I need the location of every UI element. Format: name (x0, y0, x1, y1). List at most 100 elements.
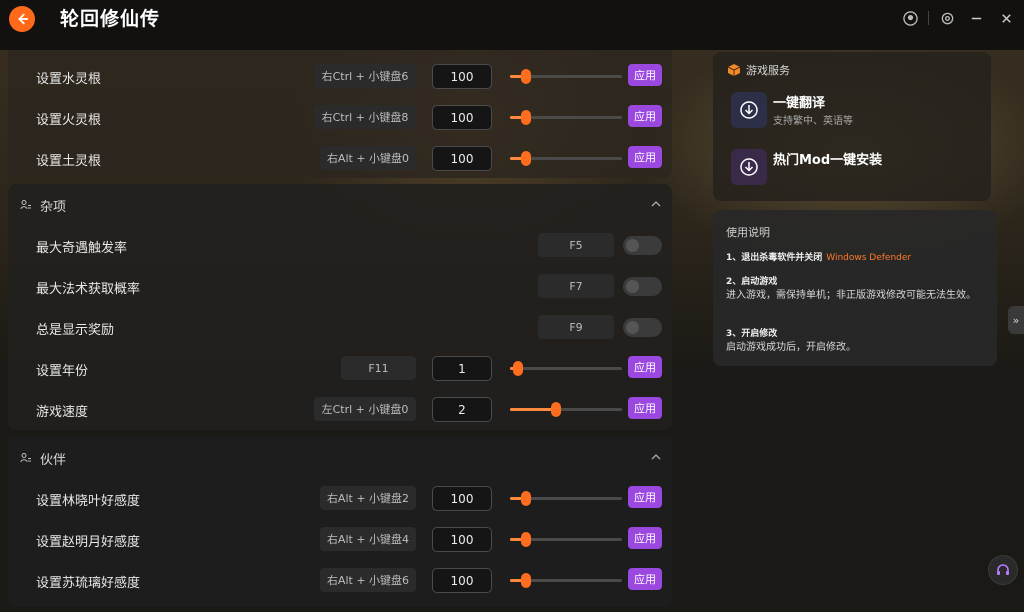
setting-row: 最大法术获取概率 F7 (8, 269, 672, 303)
back-button[interactable] (9, 6, 35, 32)
hotkey-badge[interactable]: F9 (538, 315, 614, 339)
partner-section: 伙伴 设置林晓叶好感度 右Alt + 小键盘2 100 应用 设置赵明月好感度 … (8, 437, 672, 607)
help-step-body: 进入游戏，需保持单机；非正版游戏修改可能无法生效。 (726, 290, 976, 301)
section-header[interactable]: 杂项 (20, 197, 67, 215)
hotkey-badge[interactable]: 右Ctrl + 小键盘8 (314, 105, 416, 129)
hotkey-badge[interactable]: 右Alt + 小键盘2 (320, 486, 416, 510)
setting-label: 总是显示奖励 (36, 323, 115, 338)
value-slider[interactable] (510, 361, 622, 376)
value-input[interactable]: 1 (432, 356, 492, 381)
value-slider[interactable] (510, 69, 622, 84)
value-input[interactable]: 2 (432, 397, 492, 422)
value-slider[interactable] (510, 532, 622, 547)
value-slider[interactable] (510, 110, 622, 125)
people-icon (20, 200, 31, 210)
service-name: 一键翻译 (773, 96, 826, 111)
apply-button[interactable]: 应用 (628, 146, 662, 168)
settings-button[interactable] (937, 8, 957, 28)
apply-button[interactable]: 应用 (628, 568, 662, 590)
help-step-heading: 2、启动游戏 (726, 277, 778, 287)
setting-label: 最大奇遇触发率 (36, 241, 128, 256)
expand-side-tab[interactable]: » (1008, 306, 1024, 334)
download-icon (740, 101, 758, 119)
people-icon (20, 453, 31, 463)
service-mod-install[interactable]: 热门Mod一键安装 (731, 149, 981, 189)
apply-button[interactable]: 应用 (628, 356, 662, 378)
value-input[interactable]: 100 (432, 146, 492, 171)
value-input[interactable]: 100 (432, 527, 492, 552)
section-header[interactable]: 伙伴 (20, 450, 67, 468)
setting-row: 设置苏琉璃好感度 右Alt + 小键盘6 100 应用 (8, 563, 672, 597)
apply-button[interactable]: 应用 (628, 527, 662, 549)
setting-row: 总是显示奖励 F9 (8, 310, 672, 344)
value-input[interactable]: 100 (432, 105, 492, 130)
apply-button[interactable]: 应用 (628, 64, 662, 86)
value-slider[interactable] (510, 151, 622, 166)
misc-section: 杂项 最大奇遇触发率 F5 最大法术获取概率 F7 总是显示奖励 F9 设置年份… (8, 184, 672, 430)
hotkey-badge[interactable]: F7 (538, 274, 614, 298)
hotkey-badge[interactable]: F5 (538, 233, 614, 257)
setting-row: 设置土灵根 右Alt + 小键盘0 100 应用 (8, 141, 672, 175)
app-title: 轮回修仙传 (60, 8, 161, 30)
setting-row: 设置赵明月好感度 右Alt + 小键盘4 100 应用 (8, 522, 672, 556)
hotkey-badge[interactable]: 右Alt + 小键盘6 (320, 568, 416, 592)
headset-icon (997, 564, 1009, 575)
hotkey-badge[interactable]: 右Ctrl + 小键盘6 (314, 64, 416, 88)
avatar-button[interactable] (900, 8, 920, 28)
setting-label: 设置苏琉璃好感度 (36, 576, 141, 591)
setting-label: 游戏速度 (36, 405, 89, 420)
chevron-up-icon[interactable] (650, 198, 662, 210)
setting-label: 设置土灵根 (36, 154, 102, 169)
help-title: 使用说明 (726, 226, 770, 239)
cube-logo-icon (727, 64, 741, 76)
services-header: 游戏服务 (727, 62, 790, 78)
help-step-heading: 3、开启修改 (726, 329, 778, 339)
value-input[interactable]: 100 (432, 568, 492, 593)
section-title: 杂项 (40, 199, 67, 215)
setting-label: 设置火灵根 (36, 113, 102, 128)
value-slider[interactable] (510, 402, 622, 417)
services-title: 游戏服务 (746, 64, 790, 77)
value-input[interactable]: 100 (432, 64, 492, 89)
apply-button[interactable]: 应用 (628, 486, 662, 508)
setting-label: 设置赵明月好感度 (36, 535, 141, 550)
service-description: 支持繁中、英语等 (773, 116, 853, 127)
service-icon (731, 92, 767, 128)
root-settings-panel: 设置水灵根 右Ctrl + 小键盘6 100 应用 设置火灵根 右Ctrl + … (8, 50, 672, 178)
setting-label: 最大法术获取概率 (36, 282, 141, 297)
service-name: 热门Mod一键安装 (773, 153, 883, 168)
setting-row: 设置火灵根 右Ctrl + 小键盘8 100 应用 (8, 100, 672, 134)
service-icon (731, 149, 767, 185)
apply-button[interactable]: 应用 (628, 105, 662, 127)
arrow-left-icon (18, 13, 29, 25)
service-translate[interactable]: 一键翻译 支持繁中、英语等 (731, 92, 981, 132)
setting-row: 最大奇遇触发率 F5 (8, 228, 672, 262)
download-icon (740, 158, 758, 176)
windows-defender-link[interactable]: Windows Defender (826, 253, 911, 263)
support-button[interactable] (988, 555, 1018, 585)
help-step-3: 3、开启修改 启动游戏成功后，开启修改。 (726, 328, 988, 354)
hotkey-badge[interactable]: F11 (341, 356, 416, 380)
value-slider[interactable] (510, 573, 622, 588)
toggle-switch[interactable] (623, 236, 662, 255)
value-slider[interactable] (510, 491, 622, 506)
minimize-icon (971, 17, 981, 19)
toggle-switch[interactable] (623, 318, 662, 337)
hotkey-badge[interactable]: 右Alt + 小键盘0 (320, 146, 416, 170)
help-step-body: 启动游戏成功后，开启修改。 (726, 342, 856, 353)
minimize-button[interactable] (966, 8, 986, 28)
setting-label: 设置年份 (36, 364, 89, 379)
toggle-switch[interactable] (623, 277, 662, 296)
chevron-up-icon[interactable] (650, 451, 662, 463)
setting-row: 游戏速度 左Ctrl + 小键盘0 2 应用 (8, 392, 672, 426)
close-button[interactable] (996, 8, 1016, 28)
hotkey-badge[interactable]: 左Ctrl + 小键盘0 (314, 397, 416, 421)
value-input[interactable]: 100 (432, 486, 492, 511)
section-title: 伙伴 (40, 452, 67, 468)
hotkey-badge[interactable]: 右Alt + 小键盘4 (320, 527, 416, 551)
help-step-2: 2、启动游戏 进入游戏，需保持单机；非正版游戏修改可能无法生效。 (726, 276, 988, 302)
apply-button[interactable]: 应用 (628, 397, 662, 419)
user-icon (902, 10, 918, 26)
title-bar: 轮回修仙传 (0, 0, 1024, 50)
setting-row: 设置林晓叶好感度 右Alt + 小键盘2 100 应用 (8, 481, 672, 515)
